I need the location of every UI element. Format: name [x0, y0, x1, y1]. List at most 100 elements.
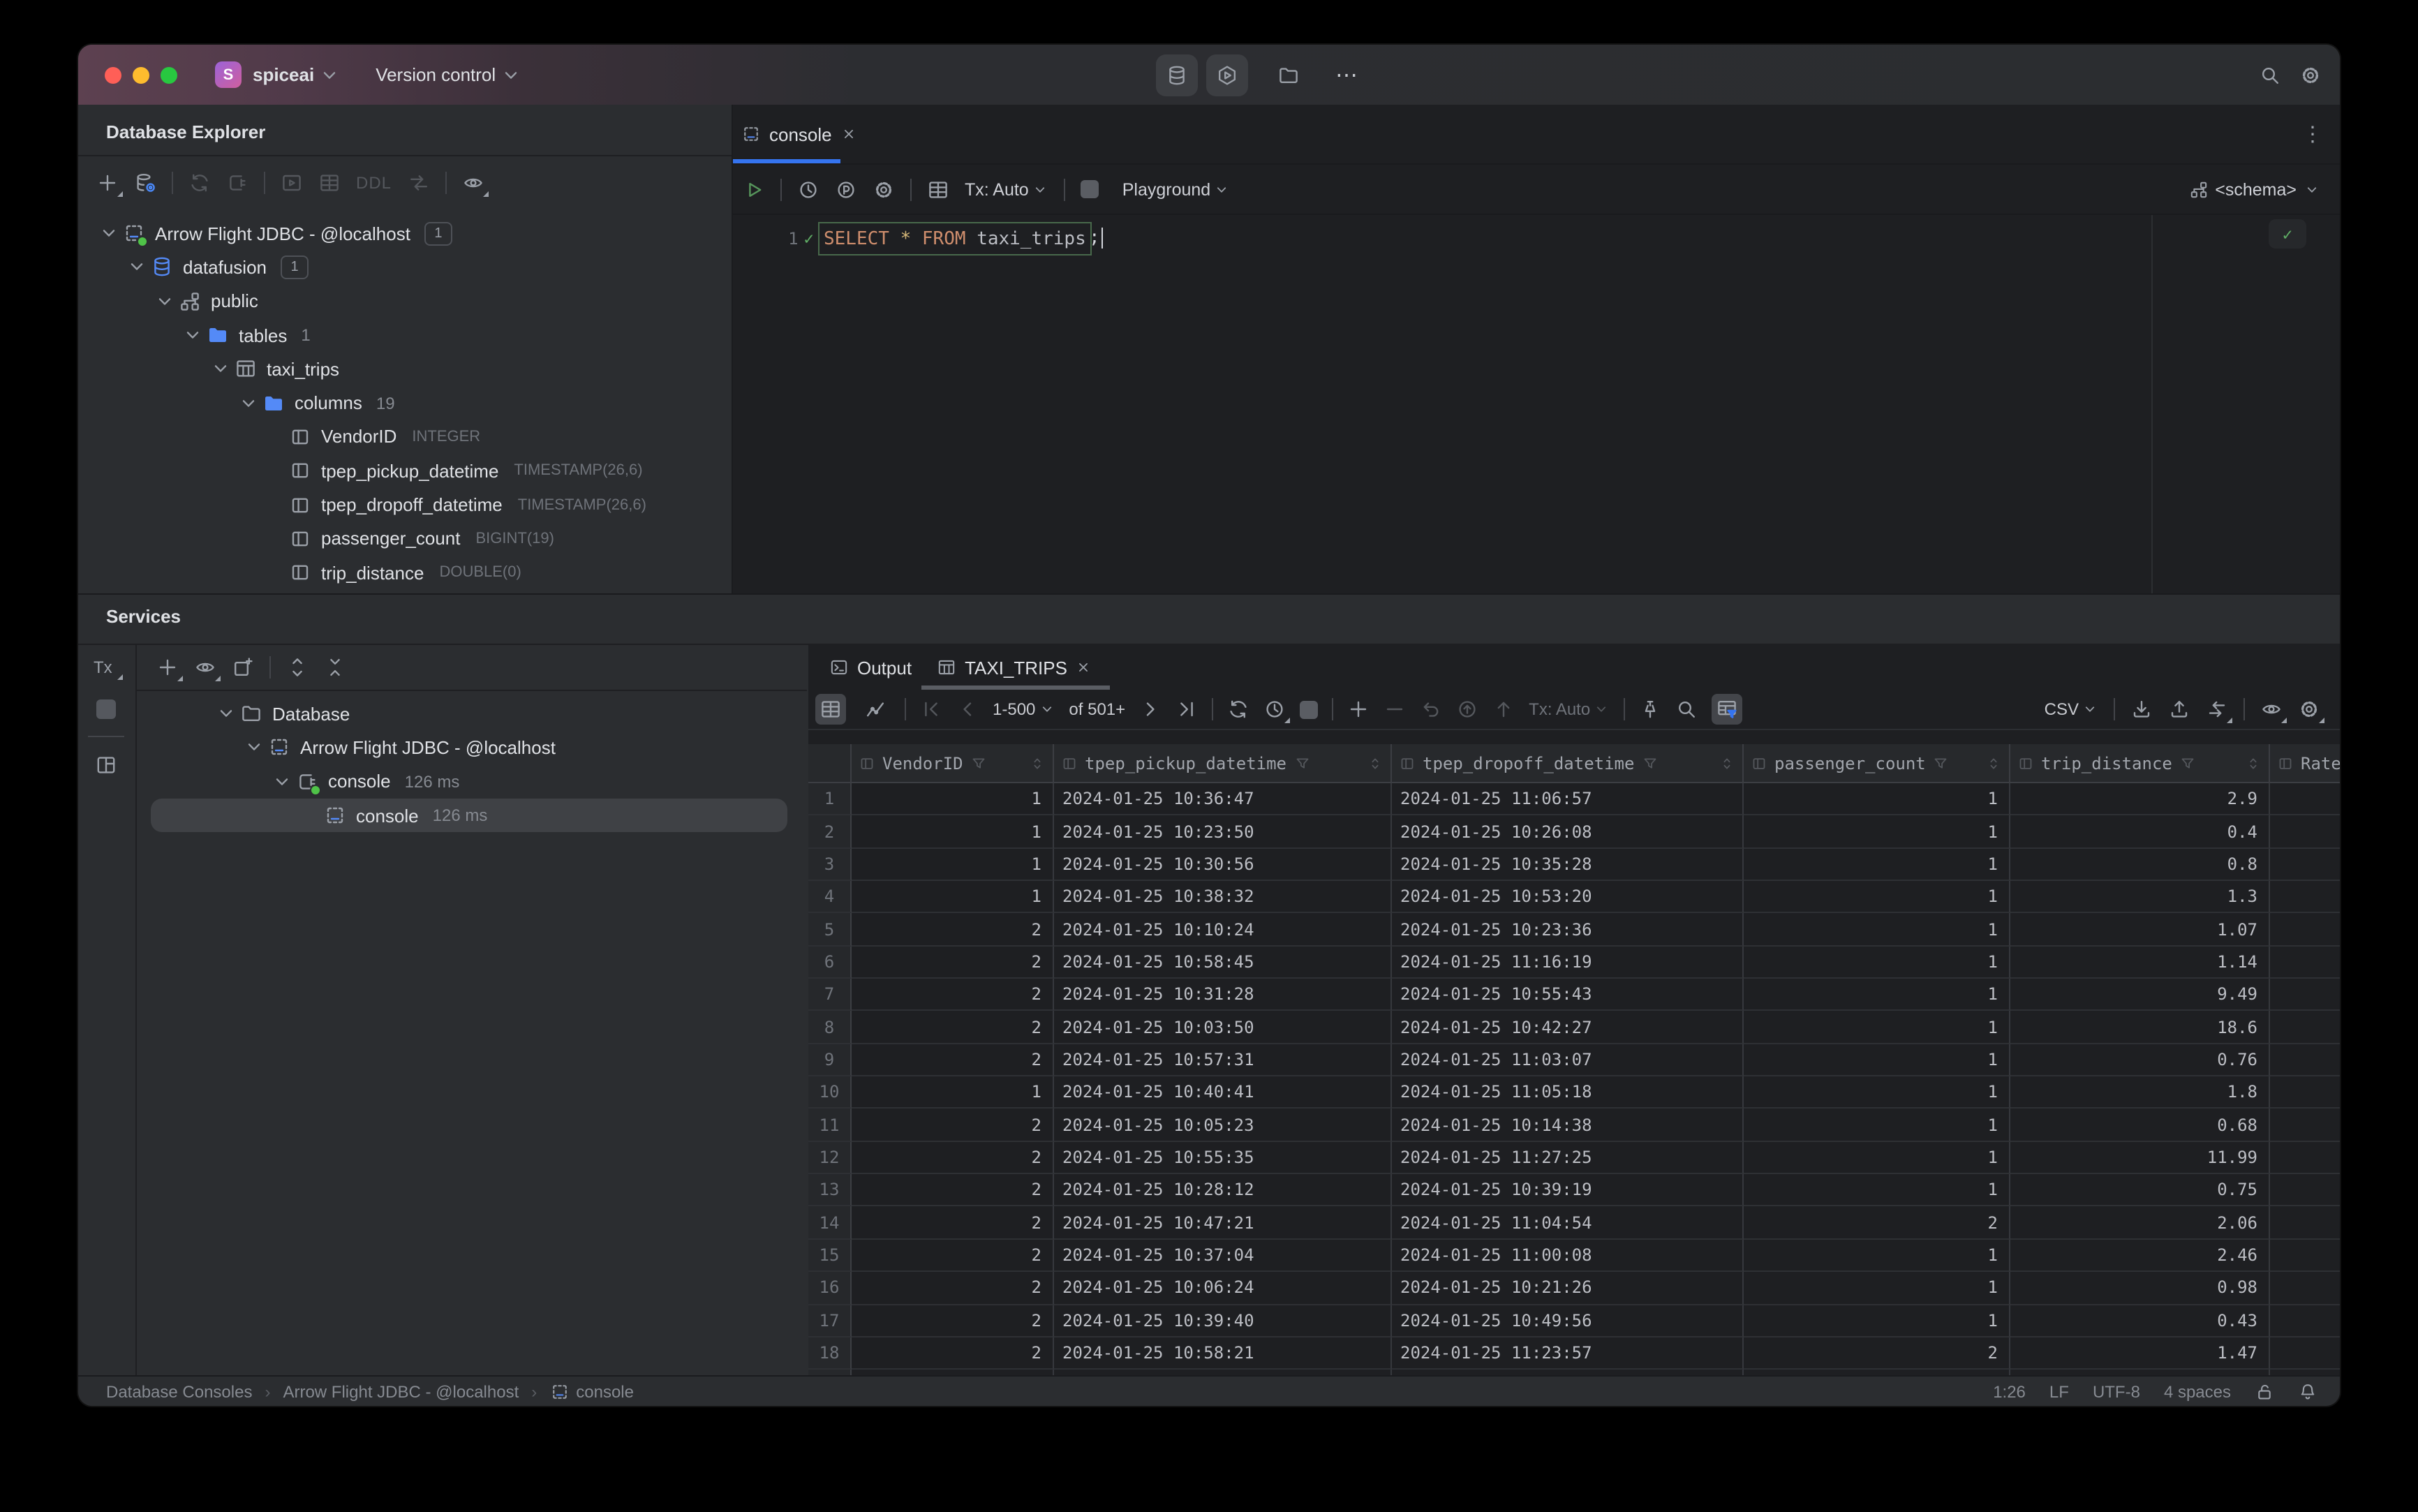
sort-icon[interactable]: [1719, 755, 1735, 771]
project-files-button[interactable]: [1268, 54, 1310, 96]
parameters-icon[interactable]: [835, 178, 857, 200]
revert-icon[interactable]: [1420, 698, 1442, 720]
chevron-down-icon[interactable]: [237, 392, 260, 414]
sort-icon[interactable]: [1367, 755, 1384, 771]
tree-item-table[interactable]: taxi_trips: [78, 352, 732, 386]
grid-cell[interactable]: 1.07: [2010, 913, 2270, 947]
jump-to-console-icon[interactable]: [226, 171, 249, 193]
grid-cell[interactable]: 2024-01-25 10:35:28: [1392, 848, 1744, 882]
search-everywhere-icon[interactable]: [2259, 64, 2281, 86]
grid-cell[interactable]: 2.06: [2010, 1206, 2270, 1240]
unlock-icon[interactable]: [2255, 1381, 2274, 1401]
upload-icon[interactable]: [2168, 698, 2190, 720]
previous-page-icon[interactable]: [956, 698, 979, 720]
project-avatar[interactable]: S: [215, 61, 242, 88]
grid-cell[interactable]: 2: [852, 1174, 1054, 1207]
column-header[interactable]: tpep_dropoff_datetime: [1392, 744, 1744, 782]
chevron-down-icon[interactable]: [209, 358, 232, 380]
grid-cell[interactable]: [2270, 1109, 2340, 1142]
grid-cell[interactable]: 0.75: [2010, 1174, 2270, 1207]
grid-cell[interactable]: 2024-01-25 10:55:35: [1054, 1141, 1392, 1175]
grid-cell[interactable]: 1: [1744, 1305, 2010, 1337]
table-row[interactable]: 9 2 2024-01-25 10:57:31 2024-01-25 11:03:07…: [808, 1044, 2340, 1077]
grid-cell[interactable]: 2024-01-25 11:00:08: [1392, 1239, 1744, 1273]
grid-cell[interactable]: 0.43: [2010, 1305, 2270, 1337]
table-row[interactable]: 10 1 2024-01-25 10:40:41 2024-01-25 11:05:1…: [808, 1076, 2340, 1109]
table-row[interactable]: 6 2 2024-01-25 10:58:45 2024-01-25 11:16:19…: [808, 946, 2340, 979]
grid-cell[interactable]: 2: [1744, 1337, 2010, 1370]
table-row[interactable]: 8 2 2024-01-25 10:03:50 2024-01-25 10:42:27…: [808, 1011, 2340, 1044]
page-range-selector[interactable]: 1-500: [993, 699, 1055, 719]
caret-position[interactable]: 1:26: [1993, 1381, 2026, 1401]
search-icon[interactable]: [1675, 698, 1698, 720]
next-page-icon[interactable]: [1139, 698, 1162, 720]
tx-mode-selector[interactable]: Tx: Auto: [1529, 699, 1610, 719]
chevron-down-icon[interactable]: [181, 324, 204, 346]
grid-cell[interactable]: 1.14: [2010, 946, 2270, 979]
tree-item-database[interactable]: datafusion 1: [78, 251, 732, 285]
grid-cell[interactable]: [2270, 816, 2340, 849]
grid-cell[interactable]: 2024-01-25 10:39:19: [1392, 1174, 1744, 1207]
close-icon[interactable]: [840, 126, 857, 142]
table-row[interactable]: 1 1 2024-01-25 10:36:47 2024-01-25 11:06:57…: [808, 783, 2340, 816]
grid-cell[interactable]: 2: [852, 946, 1054, 979]
grid-cell[interactable]: 2: [852, 1272, 1054, 1305]
sort-icon[interactable]: [1029, 755, 1046, 771]
tab-console[interactable]: console: [733, 105, 871, 163]
grid-cell[interactable]: 2: [852, 979, 1054, 1011]
project-name-menu[interactable]: spiceai: [253, 64, 314, 85]
table-row[interactable]: 5 2 2024-01-25 10:10:24 2024-01-25 10:23:36…: [808, 913, 2340, 947]
line-ending[interactable]: LF: [2049, 1381, 2069, 1401]
tree-item-columns-folder[interactable]: columns 19: [78, 386, 732, 420]
column-header[interactable]: trip_distance: [2010, 744, 2270, 782]
chevron-down-icon[interactable]: [154, 290, 176, 312]
table-icon[interactable]: [927, 178, 949, 200]
grid-cell[interactable]: 1: [1744, 1044, 2010, 1077]
tree-item-console-selected[interactable]: console 126 ms: [151, 798, 787, 833]
chart-view-button[interactable]: [860, 694, 891, 725]
table-row[interactable]: 4 1 2024-01-25 10:38:32 2024-01-25 10:53:20…: [808, 881, 2340, 914]
delete-row-icon[interactable]: [1384, 698, 1406, 720]
chevron-down-icon[interactable]: [126, 256, 148, 279]
grid-cell[interactable]: [2270, 1337, 2340, 1370]
grid-cell[interactable]: 2024-01-25 11:06:57: [1392, 783, 1744, 816]
table-row[interactable]: 3 1 2024-01-25 10:30:56 2024-01-25 10:35:28…: [808, 848, 2340, 882]
grid-cell[interactable]: 2: [852, 1109, 1054, 1142]
view-options-button[interactable]: [194, 656, 221, 681]
grid-cell[interactable]: 1: [852, 881, 1054, 914]
grid-cell[interactable]: [2270, 1240, 2340, 1273]
grid-cell[interactable]: 2: [852, 913, 1054, 947]
chevron-down-icon[interactable]: [271, 770, 293, 792]
tree-item-column[interactable]: passenger_count BIGINT(19): [78, 521, 732, 556]
close-icon[interactable]: [1076, 659, 1092, 676]
view-options-button[interactable]: [2260, 698, 2287, 723]
first-page-icon[interactable]: [920, 698, 942, 720]
grid-cell[interactable]: 2: [852, 1239, 1054, 1273]
grid-cell[interactable]: 2024-01-25 10:26:08: [1392, 815, 1744, 849]
table-row[interactable]: 18 2 2024-01-25 10:58:21 2024-01-25 11:23:5…: [808, 1337, 2340, 1370]
row-number-cell[interactable]: 6: [808, 946, 852, 979]
grid-cell[interactable]: [2270, 1207, 2340, 1240]
grid-cell[interactable]: [2270, 783, 2340, 816]
row-number-cell[interactable]: 4: [808, 881, 852, 914]
row-number-cell[interactable]: 9: [808, 1044, 852, 1077]
grid-cell[interactable]: 0.8: [2010, 848, 2270, 882]
grid-cell[interactable]: 2024-01-25 10:03:50: [1054, 1011, 1392, 1044]
import-export-icon[interactable]: [407, 171, 429, 193]
grid-cell[interactable]: 2024-01-25 10:23:36: [1392, 913, 1744, 947]
grid-cell[interactable]: 2024-01-25 11:16:19: [1392, 946, 1744, 979]
tree-item-datasource[interactable]: Arrow Flight JDBC - @localhost 1: [78, 216, 732, 251]
gear-icon[interactable]: [873, 178, 895, 200]
row-number-cell[interactable]: 13: [808, 1174, 852, 1207]
more-actions-button[interactable]: ⋯: [1326, 54, 1368, 96]
grid-cell[interactable]: 1: [1744, 946, 2010, 979]
grid-cell[interactable]: 2024-01-25 10:39:40: [1054, 1305, 1392, 1337]
filter-funnel-icon[interactable]: [1293, 755, 1310, 771]
grid-cell[interactable]: 2024-01-25 11:04:54: [1392, 1206, 1744, 1240]
row-number-cell[interactable]: 11: [808, 1109, 852, 1142]
tab-output[interactable]: Output: [817, 645, 924, 690]
last-page-icon[interactable]: [1175, 698, 1198, 720]
row-number-cell[interactable]: 17: [808, 1305, 852, 1337]
upload-arrow-icon[interactable]: [1492, 698, 1515, 720]
filter-funnel-icon[interactable]: [1641, 755, 1658, 771]
